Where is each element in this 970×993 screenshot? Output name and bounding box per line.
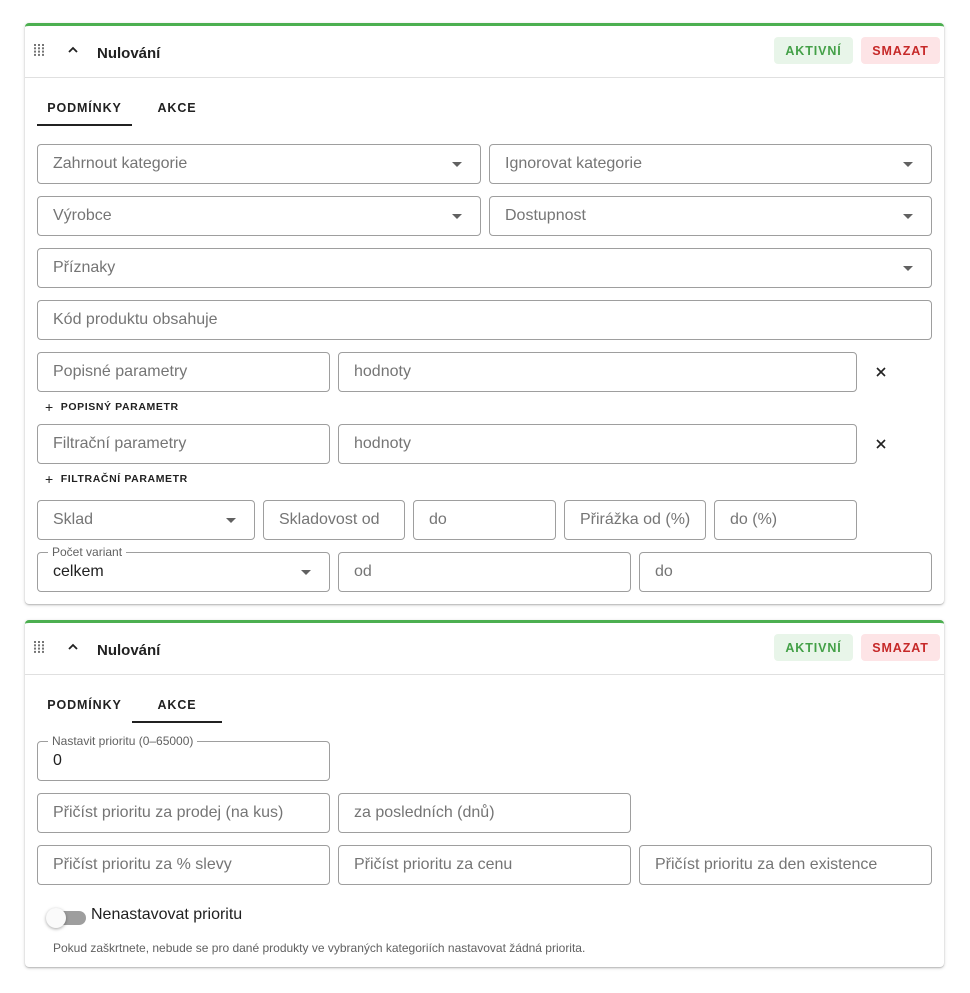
priority-value: 0 <box>53 752 62 769</box>
existence-priority-input[interactable]: Přičíst prioritu za den existence <box>639 845 932 885</box>
placeholder: do <box>655 563 673 580</box>
variants-to-input[interactable]: do <box>639 552 932 592</box>
rule-card-2: Nulování AKTIVNÍ SMAZAT PODMÍNKY AKCE Na… <box>25 620 944 967</box>
caret-down-icon <box>903 214 913 219</box>
desc-params-input[interactable]: Popisné parametry <box>37 352 330 392</box>
tab-actions[interactable]: AKCE <box>132 94 222 126</box>
variants-from-input[interactable]: od <box>338 552 631 592</box>
placeholder: Příznaky <box>53 259 116 276</box>
product-code-input[interactable]: Kód produktu obsahuje <box>37 300 932 340</box>
placeholder: Přičíst prioritu za prodej (na kus) <box>53 804 284 821</box>
placeholder: Skladovost od <box>279 511 380 528</box>
placeholder: Popisné parametry <box>53 363 188 380</box>
caret-down-icon <box>301 570 311 575</box>
plus-icon: + <box>45 471 54 487</box>
placeholder: Přičíst prioritu za % slevy <box>53 856 232 873</box>
caret-down-icon <box>903 266 913 271</box>
markup-to-input[interactable]: do (%) <box>714 500 857 540</box>
last-days-input[interactable]: za posledních (dnů) <box>338 793 631 833</box>
desc-values-input[interactable]: hodnoty <box>338 352 857 392</box>
toggle-thumb <box>46 908 66 928</box>
add-filter-param-label: FILTRAČNÍ PARAMETR <box>60 473 188 485</box>
tab-conditions[interactable]: PODMÍNKY <box>37 94 132 126</box>
caret-down-icon <box>452 162 462 167</box>
discount-priority-input[interactable]: Přičíst prioritu za % slevy <box>37 845 330 885</box>
placeholder: hodnoty <box>354 435 411 452</box>
placeholder: Ignorovat kategorie <box>505 155 642 172</box>
placeholder: Filtrační parametry <box>53 435 187 452</box>
price-priority-input[interactable]: Přičíst prioritu za cenu <box>338 845 631 885</box>
plus-icon: + <box>45 399 54 415</box>
tab-bar: PODMÍNKY AKCE <box>37 94 337 126</box>
tab-conditions[interactable]: PODMÍNKY <box>37 691 132 723</box>
placeholder: Dostupnost <box>505 207 586 224</box>
no-priority-toggle[interactable] <box>46 907 86 928</box>
close-icon[interactable] <box>875 366 887 378</box>
placeholder: Přirážka od (%) <box>580 511 691 528</box>
caret-down-icon <box>903 162 913 167</box>
warehouse-select[interactable]: Sklad <box>37 500 255 540</box>
placeholder: Kód produktu obsahuje <box>53 311 218 328</box>
markup-from-input[interactable]: Přirážka od (%) <box>564 500 706 540</box>
placeholder: do <box>429 511 447 528</box>
sale-priority-input[interactable]: Přičíst prioritu za prodej (na kus) <box>37 793 330 833</box>
rule-card-1: Nulování AKTIVNÍ SMAZAT PODMÍNKY AKCE Za… <box>25 23 944 604</box>
placeholder: od <box>354 563 372 580</box>
chevron-up-icon[interactable] <box>66 640 80 654</box>
filter-params-input[interactable]: Filtrační parametry <box>37 424 330 464</box>
ignore-categories-select[interactable]: Ignorovat kategorie <box>489 144 932 184</box>
card-title: Nulování <box>97 642 161 659</box>
placeholder: za posledních (dnů) <box>354 804 495 821</box>
stock-to-input[interactable]: do <box>413 500 556 540</box>
placeholder: Sklad <box>53 511 94 528</box>
variants-select[interactable]: Počet variant celkem <box>37 545 330 592</box>
placeholder: Zahrnout kategorie <box>53 155 188 172</box>
add-filter-param-button[interactable]: + FILTRAČNÍ PARAMETR <box>45 471 188 487</box>
no-priority-label: Nenastavovat prioritu <box>91 906 243 923</box>
card-title: Nulování <box>97 45 161 62</box>
add-desc-param-button[interactable]: + POPISNÝ PARAMETR <box>45 399 179 415</box>
chevron-up-icon[interactable] <box>66 43 80 57</box>
placeholder: Přičíst prioritu za den existence <box>655 856 878 873</box>
tab-bar: PODMÍNKY AKCE <box>37 691 337 723</box>
filter-values-input[interactable]: hodnoty <box>338 424 857 464</box>
variants-label: Počet variant <box>48 545 127 559</box>
card-header: Nulování AKTIVNÍ SMAZAT <box>25 623 944 675</box>
manufacturer-select[interactable]: Výrobce <box>37 196 481 236</box>
active-button[interactable]: AKTIVNÍ <box>774 37 853 64</box>
availability-select[interactable]: Dostupnost <box>489 196 932 236</box>
card-header: Nulování AKTIVNÍ SMAZAT <box>25 26 944 78</box>
priority-label: Nastavit prioritu (0–65000) <box>48 734 198 748</box>
drag-handle-icon[interactable] <box>34 641 44 653</box>
variants-value: celkem <box>53 563 104 580</box>
caret-down-icon <box>226 518 236 523</box>
hint-text: Pokud zaškrtnete, nebude se pro dané pro… <box>53 941 586 955</box>
placeholder: do (%) <box>730 511 778 528</box>
caret-down-icon <box>452 214 462 219</box>
active-button[interactable]: AKTIVNÍ <box>774 634 853 661</box>
delete-button[interactable]: SMAZAT <box>861 37 940 64</box>
include-categories-select[interactable]: Zahrnout kategorie <box>37 144 481 184</box>
add-desc-param-label: POPISNÝ PARAMETR <box>60 401 179 413</box>
drag-handle-icon[interactable] <box>34 44 44 56</box>
stock-from-input[interactable]: Skladovost od <box>263 500 405 540</box>
placeholder: Výrobce <box>53 207 112 224</box>
delete-button[interactable]: SMAZAT <box>861 634 940 661</box>
priority-input[interactable]: Nastavit prioritu (0–65000) 0 <box>37 734 330 781</box>
placeholder: Přičíst prioritu za cenu <box>354 856 513 873</box>
flags-select[interactable]: Příznaky <box>37 248 932 288</box>
placeholder: hodnoty <box>354 363 411 380</box>
close-icon[interactable] <box>875 438 887 450</box>
tab-actions[interactable]: AKCE <box>132 691 222 723</box>
